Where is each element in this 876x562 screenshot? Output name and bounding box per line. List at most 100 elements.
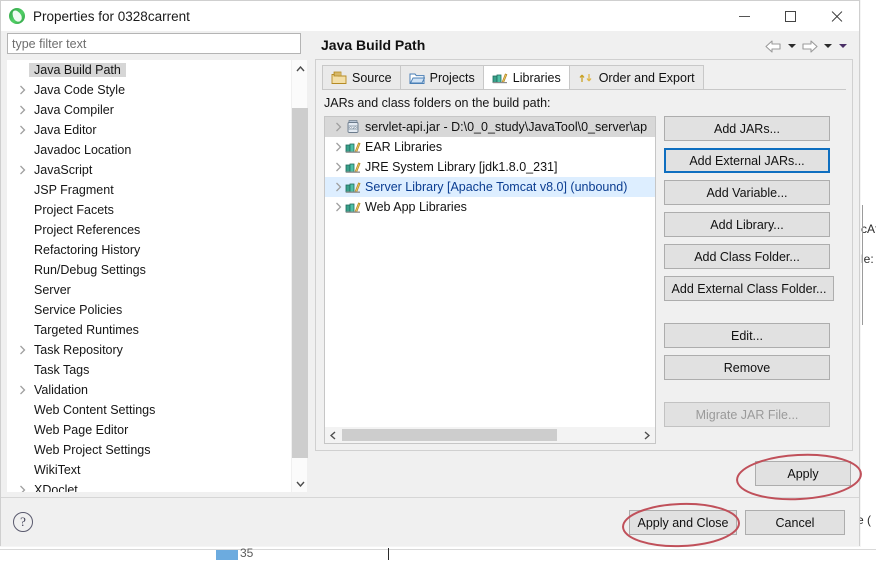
sidebar-item-label: Run/Debug Settings [34,263,146,277]
sidebar-item-task-repository[interactable]: Task Repository [7,340,285,360]
button-spacer [664,301,846,323]
sidebar-item-label: Server [34,283,71,297]
libraries-list: 010 servlet-api.jar - D:\0_0_study\JavaTo… [324,116,656,444]
sidebar-item-validation[interactable]: Validation [7,380,285,400]
overflow-chevron-down-icon[interactable] [836,37,849,55]
back-chevron-down-icon[interactable] [785,37,798,55]
eclipse-icon [9,8,25,24]
chevron-right-icon[interactable] [15,345,29,355]
scroll-right-button[interactable] [639,427,655,443]
sidebar-item-java-compiler[interactable]: Java Compiler [7,100,285,120]
maximize-button[interactable] [767,1,813,31]
panel-content-box: Source Projects Libraries Order and Export … [315,59,853,451]
bg-divider-line-2 [0,549,876,550]
sidebar-item-javadoc-location[interactable]: Javadoc Location [7,140,285,160]
add-variable-button[interactable]: Add Variable... [664,180,830,205]
tab-label: Projects [429,70,475,85]
chevron-right-icon[interactable] [331,142,345,152]
sidebar-item-jsp-fragment[interactable]: JSP Fragment [7,180,285,200]
minimize-icon [738,15,750,17]
sidebar-item-server[interactable]: Server [7,280,285,300]
edit-button[interactable]: Edit... [664,323,830,348]
button-spacer [664,141,846,148]
sidebar-item-javascript[interactable]: JavaScript [7,160,285,180]
bg-chip [216,550,238,560]
remove-button[interactable]: Remove [664,355,830,380]
sidebar-item-java-code-style[interactable]: Java Code Style [7,80,285,100]
chevron-right-icon[interactable] [15,125,29,135]
apply-and-close-button[interactable]: Apply and Close [629,510,737,535]
tab-projects[interactable]: Projects [399,65,484,89]
bg-fragment-3: 35 [240,546,254,560]
sidebar-item-java-build-path[interactable]: Java Build Path [7,60,285,80]
sidebar-item-label: Task Repository [34,343,123,357]
sidebar-item-label: Javadoc Location [34,143,132,157]
button-spacer [664,348,846,355]
chevron-right-icon[interactable] [331,202,345,212]
close-button[interactable] [813,1,859,31]
chevron-right-icon[interactable] [331,122,345,132]
title-bar: Properties for 0328carrent [1,1,859,31]
minimize-button[interactable] [721,1,767,31]
tab-order-and-export[interactable]: Order and Export [568,65,704,89]
window-controls [721,1,859,31]
add-jars-button[interactable]: Add JARs... [664,116,830,141]
apply-button[interactable]: Apply [755,461,851,486]
tab-label: Order and Export [598,70,695,85]
scroll-up-button[interactable] [292,60,308,77]
source-folder-icon [331,71,347,85]
sidebar-item-service-policies[interactable]: Service Policies [7,300,285,320]
sidebar-item-targeted-runtimes[interactable]: Targeted Runtimes [7,320,285,340]
build-path-action-buttons: Add JARs... Add External JARs... Add Varia… [664,116,846,427]
sidebar-item-label: JavaScript [34,163,93,177]
library-list-item[interactable]: Server Library [Apache Tomcat v8.0] (unb… [325,177,655,197]
tab-source[interactable]: Source [322,65,401,89]
add-external-jars-button[interactable]: Add External JARs... [664,148,830,173]
back-arrow-icon[interactable] [764,37,783,55]
sidebar-item-web-content-settings[interactable]: Web Content Settings [7,400,285,420]
tab-label: Source [352,70,392,85]
sidebar-item-label: Refactoring History [34,243,141,257]
button-spacer [664,269,846,276]
sidebar-item-label: JSP Fragment [34,183,114,197]
library-list-item[interactable]: EAR Libraries [325,137,655,157]
library-list-item[interactable]: 010 servlet-api.jar - D:\0_0_study\JavaTo… [325,117,655,137]
sidebar-item-java-editor[interactable]: Java Editor [7,120,285,140]
library-list-item[interactable]: JRE System Library [jdk1.8.0_231] [325,157,655,177]
list-scroll-thumb[interactable] [342,429,557,441]
cancel-button[interactable]: Cancel [745,510,845,535]
list-horizontal-scrollbar[interactable] [325,427,655,443]
sidebar-item-label: Task Tags [34,363,90,377]
add-library-button[interactable]: Add Library... [664,212,830,237]
sidebar-item-label: Web Page Editor [34,423,129,437]
scroll-left-button[interactable] [325,427,341,443]
svg-text:010: 010 [350,125,358,130]
sidebar-item-project-facets[interactable]: Project Facets [7,200,285,220]
tree-vertical-scrollbar[interactable] [291,60,308,492]
sidebar-item-run-debug-settings[interactable]: Run/Debug Settings [7,260,285,280]
sidebar-item-label: Project Facets [34,203,114,217]
sidebar-item-project-references[interactable]: Project References [7,220,285,240]
forward-chevron-down-icon[interactable] [821,37,834,55]
add-class-folder-button[interactable]: Add Class Folder... [664,244,830,269]
settings-tree-items: Java Build Path Java Code Style Java Compi… [7,60,285,492]
sidebar-item-refactoring-history[interactable]: Refactoring History [7,240,285,260]
chevron-right-icon[interactable] [15,165,29,175]
forward-arrow-icon[interactable] [800,37,819,55]
library-list-item[interactable]: Web App Libraries [325,197,655,217]
sidebar-item-label: Java Code Style [34,83,126,97]
tree-scroll-thumb[interactable] [292,108,308,458]
sidebar-item-task-tags[interactable]: Task Tags [7,360,285,380]
add-external-class-folder-button[interactable]: Add External Class Folder... [664,276,834,301]
chevron-right-icon[interactable] [15,85,29,95]
filter-input[interactable] [7,33,301,54]
tab-libraries[interactable]: Libraries [482,65,570,89]
sidebar-item-web-page-editor[interactable]: Web Page Editor [7,420,285,440]
library-list-item-label: Web App Libraries [365,200,467,214]
chevron-right-icon[interactable] [15,385,29,395]
help-question-icon[interactable]: ? [13,512,33,532]
chevron-right-icon[interactable] [331,182,345,192]
chevron-right-icon[interactable] [15,105,29,115]
library-list-item-label: Server Library [Apache Tomcat v8.0] (unb… [365,180,628,194]
chevron-right-icon[interactable] [331,162,345,172]
